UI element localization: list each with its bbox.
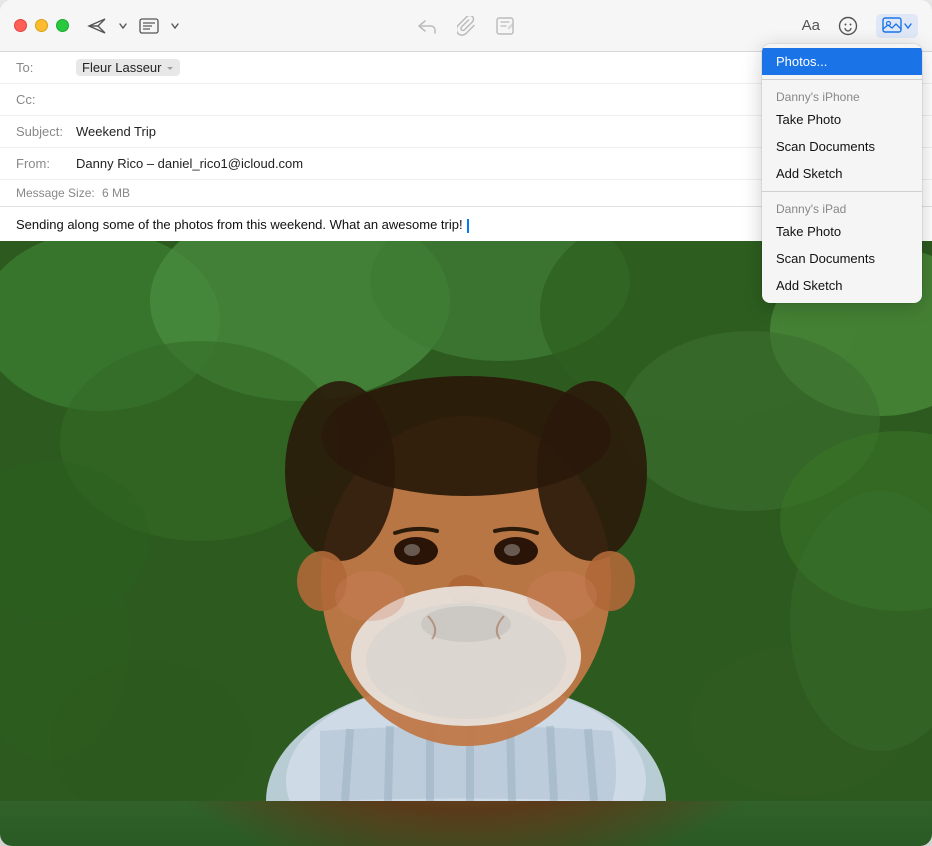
ipad-take-photo-item[interactable]: Take Photo xyxy=(762,218,922,245)
from-value: Danny Rico – daniel_rico1@icloud.com xyxy=(76,156,303,171)
subject-label: Subject: xyxy=(16,124,76,139)
toolbar-center xyxy=(417,16,515,36)
font-button[interactable]: Aa xyxy=(802,17,820,34)
close-button[interactable] xyxy=(14,19,27,32)
minimize-button[interactable] xyxy=(35,19,48,32)
maximize-button[interactable] xyxy=(56,19,69,32)
attachment-button[interactable] xyxy=(457,16,475,36)
send-button[interactable] xyxy=(87,17,107,35)
photo-area xyxy=(0,241,932,846)
reply-button[interactable] xyxy=(417,17,437,35)
iphone-section-header: Danny's iPhone xyxy=(762,84,922,106)
insert-dropdown-menu: Photos... Danny's iPhone Take Photo Scan… xyxy=(762,44,922,303)
from-label: From: xyxy=(16,156,76,171)
traffic-lights xyxy=(14,19,69,32)
toolbar-right: Aa xyxy=(802,14,918,38)
menu-separator-2 xyxy=(762,191,922,192)
message-size: Message Size: 6 MB xyxy=(16,186,130,200)
recipient-tag[interactable]: Fleur Lasseur xyxy=(76,59,180,76)
ipad-scan-docs-item[interactable]: Scan Documents xyxy=(762,245,922,272)
recipient-name: Fleur Lasseur xyxy=(82,60,161,75)
compose-button[interactable] xyxy=(495,16,515,36)
photo-image xyxy=(0,241,932,846)
to-label: To: xyxy=(16,60,76,75)
body-text: Sending along some of the photos from th… xyxy=(16,217,463,232)
toolbar-left xyxy=(87,17,179,35)
menu-separator-1 xyxy=(762,79,922,80)
iphone-scan-docs-item[interactable]: Scan Documents xyxy=(762,133,922,160)
formatting-dropdown-button[interactable] xyxy=(171,23,179,29)
iphone-take-photo-item[interactable]: Take Photo xyxy=(762,106,922,133)
iphone-add-sketch-item[interactable]: Add Sketch xyxy=(762,160,922,187)
photos-menu-item[interactable]: Photos... xyxy=(762,48,922,75)
ipad-section-header: Danny's iPad xyxy=(762,196,922,218)
subject-value[interactable]: Weekend Trip xyxy=(76,124,156,139)
text-cursor xyxy=(467,219,469,233)
ipad-add-sketch-item[interactable]: Add Sketch xyxy=(762,272,922,299)
insert-photo-button[interactable] xyxy=(876,14,918,38)
send-dropdown-button[interactable] xyxy=(119,23,127,29)
emoji-button[interactable] xyxy=(838,16,858,36)
formatting-button[interactable] xyxy=(139,18,159,34)
mail-window: Aa xyxy=(0,0,932,846)
cc-value[interactable] xyxy=(76,91,276,109)
cc-label: Cc: xyxy=(16,92,76,107)
